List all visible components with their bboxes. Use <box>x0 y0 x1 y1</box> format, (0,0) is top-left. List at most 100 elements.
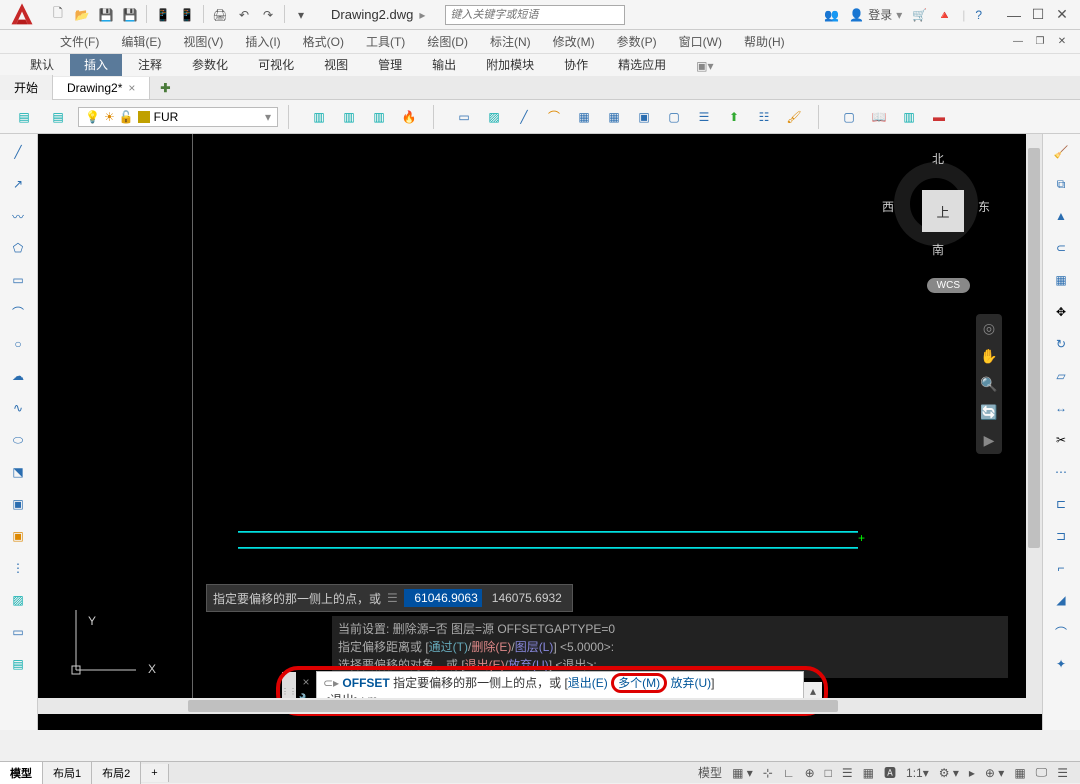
tool-sheet2-icon[interactable]: ▥ <box>895 103 923 131</box>
tool-layers-icon[interactable]: ▥ <box>305 103 333 131</box>
tool-torch-icon[interactable]: 🔥 <box>395 103 423 131</box>
menu-parametric[interactable]: 参数(P) <box>607 31 667 52</box>
qat-dropdown-icon[interactable]: ▾ <box>291 5 311 25</box>
menu-tools[interactable]: 工具(T) <box>356 31 415 52</box>
minimize-button[interactable]: — <box>1004 7 1024 23</box>
join-tool-icon[interactable]: ⌐ <box>1045 554 1077 582</box>
array-tool-icon[interactable]: ▦ <box>1045 266 1077 294</box>
menu-modify[interactable]: 修改(M) <box>543 31 605 52</box>
status-model[interactable]: 模型 <box>694 762 726 783</box>
fillet-tool-icon[interactable]: ⌒ <box>1045 618 1077 646</box>
tool-book-icon[interactable]: 📖 <box>865 103 893 131</box>
circle-tool-icon[interactable]: ○ <box>2 330 34 358</box>
orbit-icon[interactable]: 🔄 <box>979 402 999 422</box>
offset-tool-icon[interactable]: ⊂ <box>1045 234 1077 262</box>
tool-window-icon[interactable]: ▭ <box>450 103 478 131</box>
copy-tool-icon[interactable]: ⧉ <box>1045 170 1077 198</box>
status-trans-icon[interactable]: ▦ <box>859 764 878 782</box>
status-menu-icon[interactable]: ☰ <box>1053 764 1072 782</box>
user-icon[interactable]: 👤 <box>849 8 864 22</box>
doc-tab-close-icon[interactable]: × <box>128 81 135 95</box>
doc-tab-add-button[interactable]: ✚ <box>150 77 180 99</box>
menu-draw[interactable]: 绘图(D) <box>417 31 478 52</box>
tool-grid2-icon[interactable]: ▦ <box>600 103 628 131</box>
tool-sheet-icon[interactable]: ▢ <box>835 103 863 131</box>
rtab-visualize[interactable]: 可视化 <box>244 53 308 76</box>
break-tool-icon[interactable]: ⊏ <box>1045 490 1077 518</box>
rtab-default[interactable]: 默认 <box>16 53 68 76</box>
maximize-button[interactable]: ☐ <box>1028 7 1048 23</box>
tool-layers2-icon[interactable]: ▥ <box>335 103 363 131</box>
scrollbar-horizontal[interactable] <box>38 698 1026 714</box>
line-tool-icon[interactable]: ╱ <box>2 138 34 166</box>
block-star-tool-icon[interactable]: ▣ <box>2 522 34 550</box>
cart-icon[interactable]: 🛒 <box>912 8 927 22</box>
help-icon[interactable]: ? <box>975 8 982 22</box>
redo-icon[interactable]: ↷ <box>258 5 278 25</box>
cmd-close-icon[interactable]: × <box>296 673 316 691</box>
status-scale[interactable]: 1:1 ▾ <box>902 764 933 782</box>
rtab-expand-icon[interactable]: ▣▾ <box>682 56 727 76</box>
rotate-tool-icon[interactable]: ↻ <box>1045 330 1077 358</box>
region-tool-icon[interactable]: ▭ <box>2 618 34 646</box>
plot-icon[interactable]: 🖨 <box>210 5 230 25</box>
rtab-view[interactable]: 视图 <box>310 53 362 76</box>
undo-icon[interactable]: ↶ <box>234 5 254 25</box>
menu-edit[interactable]: 编辑(E) <box>111 31 171 52</box>
open-icon[interactable]: 📂 <box>72 5 92 25</box>
login-button[interactable]: 登录 <box>868 6 892 23</box>
status-arrow-icon[interactable]: ▸ <box>965 764 979 782</box>
dynamic-list-icon[interactable]: ☰ <box>387 591 398 605</box>
status-snap-icon[interactable]: ⊹ <box>759 764 777 782</box>
polyline-tool-icon[interactable]: 〰 <box>2 202 34 230</box>
tool-boxes-icon[interactable]: ▣ <box>630 103 658 131</box>
view-cube[interactable]: 北 南 西 东 上 <box>886 154 986 254</box>
spline-tool-icon[interactable]: ∿ <box>2 394 34 422</box>
status-grid2-icon[interactable]: ▦ <box>1010 764 1029 782</box>
tool-red-icon[interactable]: ▬ <box>925 103 953 131</box>
tool-arc-icon[interactable]: ⌒ <box>540 103 568 131</box>
viewcube-north[interactable]: 北 <box>932 150 944 167</box>
break2-tool-icon[interactable]: ⊐ <box>1045 522 1077 550</box>
viewcube-east[interactable]: 东 <box>978 198 990 215</box>
scrollbar-vertical[interactable] <box>1026 134 1042 714</box>
rtab-insert[interactable]: 插入 <box>70 53 122 76</box>
web-save-icon[interactable]: 📱 <box>177 5 197 25</box>
menu-file[interactable]: 文件(F) <box>50 31 109 52</box>
layer-dropdown[interactable]: 💡☀🔓 FUR ▾ <box>78 107 278 127</box>
pan-icon[interactable]: ✋ <box>979 346 999 366</box>
point-tool-icon[interactable]: ⋮ <box>2 554 34 582</box>
tab-model[interactable]: 模型 <box>0 762 43 784</box>
gradient-tool-icon[interactable]: ▤ <box>2 650 34 678</box>
tool-up-icon[interactable]: ⬆ <box>720 103 748 131</box>
scale-tool-icon[interactable]: ▱ <box>1045 362 1077 390</box>
status-grid-icon[interactable]: ▦ ▾ <box>728 764 757 782</box>
tab-layout1[interactable]: 布局1 <box>43 762 92 784</box>
extend-tool-icon[interactable]: ⋯ <box>1045 458 1077 486</box>
menu-insert[interactable]: 插入(I) <box>235 31 290 52</box>
stretch-tool-icon[interactable]: ↔ <box>1045 394 1077 422</box>
move-tool-icon[interactable]: ✥ <box>1045 298 1077 326</box>
drawn-line-1[interactable] <box>238 531 858 533</box>
explode-tool-icon[interactable]: ✦ <box>1045 650 1077 678</box>
erase-tool-icon[interactable]: 🧹 <box>1045 138 1077 166</box>
tool-line-icon[interactable]: ╱ <box>510 103 538 131</box>
app-logo[interactable] <box>0 0 44 30</box>
drawing-canvas[interactable]: + 北 南 西 东 上 WCS ◎ ✋ 🔍 🔄 ▶ 指定要偏移的那一侧上 <box>38 134 1026 714</box>
status-plus-icon[interactable]: ⊕ ▾ <box>981 764 1008 782</box>
status-osnap-icon[interactable]: □ <box>821 764 836 782</box>
status-lwt-icon[interactable]: ☰ <box>838 764 857 782</box>
chamfer-tool-icon[interactable]: ◢ <box>1045 586 1077 614</box>
viewcube-west[interactable]: 西 <box>882 198 894 215</box>
rtab-output[interactable]: 输出 <box>418 53 470 76</box>
doc-tab-current[interactable]: Drawing2* × <box>53 77 150 99</box>
tool-list-icon[interactable]: ☰ <box>690 103 718 131</box>
menu-format[interactable]: 格式(O) <box>293 31 354 52</box>
doc-tab-start[interactable]: 开始 <box>0 75 53 100</box>
rtab-annotate[interactable]: 注释 <box>124 53 176 76</box>
doc-minimize-button[interactable]: — <box>1008 33 1028 49</box>
viewcube-south[interactable]: 南 <box>932 241 944 258</box>
ray-tool-icon[interactable]: ↗ <box>2 170 34 198</box>
tool-props-icon[interactable]: ☷ <box>750 103 778 131</box>
wcs-badge[interactable]: WCS <box>927 278 970 293</box>
